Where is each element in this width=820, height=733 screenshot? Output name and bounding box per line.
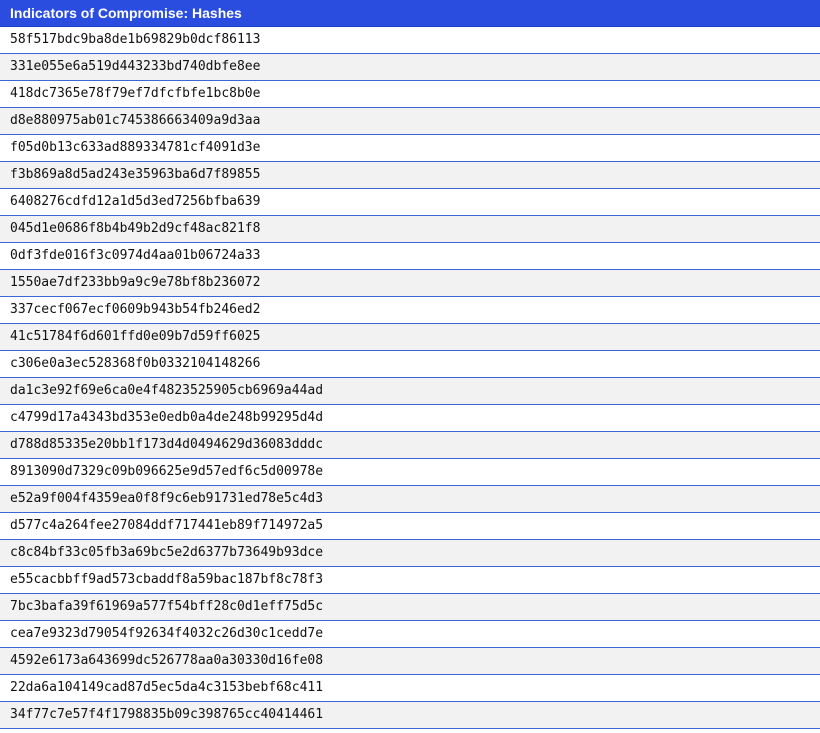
hash-row: 58f517bdc9ba8de1b69829b0dcf86113 [0,27,820,54]
hash-row: c306e0a3ec528368f0b0332104148266 [0,351,820,378]
hash-row: f3b869a8d5ad243e35963ba6d7f89855 [0,162,820,189]
hash-row: 337cecf067ecf0609b943b54fb246ed2 [0,297,820,324]
ioc-hash-table: Indicators of Compromise: Hashes 58f517b… [0,0,820,729]
hash-row: 6408276cdfd12a1d5d3ed7256bfba639 [0,189,820,216]
hash-row: e52a9f004f4359ea0f8f9c6eb91731ed78e5c4d3 [0,486,820,513]
hash-row: d577c4a264fee27084ddf717441eb89f714972a5 [0,513,820,540]
hash-row: 4592e6173a643699dc526778aa0a30330d16fe08 [0,648,820,675]
hash-row: 7bc3bafa39f61969a577f54bff28c0d1eff75d5c [0,594,820,621]
hash-row: da1c3e92f69e6ca0e4f4823525905cb6969a44ad [0,378,820,405]
hash-row: 1550ae7df233bb9a9c9e78bf8b236072 [0,270,820,297]
hash-row: d788d85335e20bb1f173d4d0494629d36083dddc [0,432,820,459]
hash-list: 58f517bdc9ba8de1b69829b0dcf86113 331e055… [0,27,820,729]
hash-row: f05d0b13c633ad889334781cf4091d3e [0,135,820,162]
hash-row: c8c84bf33c05fb3a69bc5e2d6377b73649b93dce [0,540,820,567]
hash-row: 0df3fde016f3c0974d4aa01b06724a33 [0,243,820,270]
hash-row: 34f77c7e57f4f1798835b09c398765cc40414461 [0,702,820,729]
table-header: Indicators of Compromise: Hashes [0,0,820,27]
hash-row: cea7e9323d79054f92634f4032c26d30c1cedd7e [0,621,820,648]
hash-row: e55cacbbff9ad573cbaddf8a59bac187bf8c78f3 [0,567,820,594]
hash-row: 418dc7365e78f79ef7dfcfbfe1bc8b0e [0,81,820,108]
hash-row: 41c51784f6d601ffd0e09b7d59ff6025 [0,324,820,351]
hash-row: 22da6a104149cad87d5ec5da4c3153bebf68c411 [0,675,820,702]
hash-row: 8913090d7329c09b096625e9d57edf6c5d00978e [0,459,820,486]
table-title: Indicators of Compromise: Hashes [10,5,242,21]
hash-row: 045d1e0686f8b4b49b2d9cf48ac821f8 [0,216,820,243]
hash-row: c4799d17a4343bd353e0edb0a4de248b99295d4d [0,405,820,432]
hash-row: d8e880975ab01c745386663409a9d3aa [0,108,820,135]
hash-row: 331e055e6a519d443233bd740dbfe8ee [0,54,820,81]
